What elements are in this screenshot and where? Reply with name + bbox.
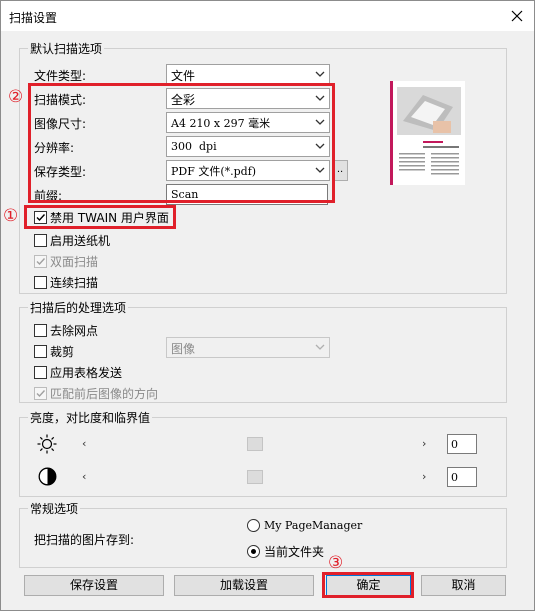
current-folder-label: 当前文件夹 [264,545,325,559]
save-type-label: 保存类型: [34,165,87,179]
crop-target-select[interactable]: 图像 [166,337,330,358]
enable-feeder-checkbox[interactable]: 启用送纸机 [34,232,110,249]
image-size-label: 图像尺寸: [34,117,87,131]
checkbox-box [34,366,47,379]
general-options-legend: 常规选项 [28,500,81,517]
default-scan-options-legend: 默认扫描选项 [28,40,105,57]
checkbox-box [34,387,47,400]
close-icon [511,10,523,22]
checkbox-box [34,211,47,224]
duplex-scan-label: 双面扫描 [50,255,99,269]
checkbox-box [34,255,47,268]
checkbox-box [34,345,47,358]
chevron-down-icon [315,71,325,77]
brightness-decrease-button[interactable]: ‹ [82,437,86,450]
checkbox-box [34,276,47,289]
despeckle-checkbox[interactable]: 去除网点 [34,322,98,339]
annotation-marker-3: ③ [328,553,344,573]
checkbox-box [34,324,47,337]
continuous-scan-checkbox[interactable]: 连续扫描 [34,274,98,291]
scan-mode-label: 扫描模式: [34,93,87,107]
crop-label: 裁剪 [50,345,75,359]
image-size-value: A4 210 x 297 毫米 [171,117,271,130]
chevron-down-icon [315,167,325,173]
save-settings-button[interactable]: 保存设置 [24,575,164,596]
checkmark-icon [36,214,46,222]
radio-circle [247,519,260,532]
resolution-label: 分辨率: [34,141,75,155]
chevron-down-icon [315,344,325,350]
brightness-slider-thumb[interactable] [247,437,263,451]
apply-table-send-label: 应用表格发送 [50,366,123,380]
post-scan-legend: 扫描后的处理选项 [28,299,129,316]
resolution-value: 300 dpi [171,140,217,153]
contrast-decrease-button[interactable]: ‹ [82,470,86,483]
contrast-icon [38,467,57,486]
chevron-down-icon [315,119,325,125]
crop-target-value: 图像 [171,342,196,356]
checkbox-box [34,234,47,247]
my-pagemanager-label: My PageManager [264,519,363,532]
scan-settings-dialog: 扫描设置 默认扫描选项 文件类型: 文件 扫描模式: 全彩 图像尺寸: A4 2… [0,0,535,611]
annotation-marker-2: ② [8,87,24,107]
checkmark-icon [36,390,46,398]
disable-twain-ui-label: 禁用 TWAIN 用户界面 [50,211,169,225]
browse-button[interactable]: .. [332,160,348,181]
crop-checkbox[interactable]: 裁剪 [34,343,74,360]
apply-table-send-checkbox[interactable]: 应用表格发送 [34,364,122,381]
scan-mode-value: 全彩 [171,93,196,107]
match-direction-label: 匹配前后图像的方向 [50,387,159,401]
brightness-value-input[interactable]: 0 [447,434,477,454]
brightness-increase-button[interactable]: › [422,437,426,450]
radio-dot [251,549,256,554]
contrast-increase-button[interactable]: › [422,470,426,483]
continuous-scan-label: 连续扫描 [50,276,99,290]
prefix-input[interactable]: Scan [166,184,328,205]
contrast-slider-thumb[interactable] [247,470,263,484]
load-settings-button[interactable]: 加载设置 [174,575,314,596]
save-type-value: PDF 文件(*.pdf) [171,165,257,178]
radio-circle [247,545,260,558]
file-type-label: 文件类型: [34,69,87,83]
scan-mode-select[interactable]: 全彩 [166,88,330,109]
scan-preview-thumbnail [390,81,465,185]
image-size-select[interactable]: A4 210 x 297 毫米 [166,112,330,133]
contrast-value-input[interactable]: 0 [447,467,477,487]
brightness-contrast-legend: 亮度，对比度和临界值 [28,409,153,426]
checkmark-icon [36,258,46,266]
radio-my-pagemanager[interactable]: My PageManager [247,519,362,532]
brightness-icon [37,434,57,454]
preview-image-icon [393,81,465,185]
cancel-button[interactable]: 取消 [421,575,506,596]
brightness-contrast-group: 亮度，对比度和临界值 [19,409,507,497]
save-type-select[interactable]: PDF 文件(*.pdf) [166,160,330,181]
chevron-down-icon [315,143,325,149]
save-to-label: 把扫描的图片存到: [34,533,135,547]
chevron-down-icon [315,95,325,101]
window-title: 扫描设置 [9,11,58,25]
resolution-select[interactable]: 300 dpi [166,136,330,157]
annotation-marker-1: ① [3,206,19,226]
close-button[interactable] [500,1,534,31]
file-type-value: 文件 [171,69,196,83]
ok-button[interactable]: 确定 [326,575,411,596]
duplex-scan-checkbox[interactable]: 双面扫描 [34,253,98,270]
enable-feeder-label: 启用送纸机 [50,234,111,248]
disable-twain-ui-checkbox[interactable]: 禁用 TWAIN 用户界面 [34,209,169,226]
prefix-label: 前缀: [34,189,63,203]
title-bar: 扫描设置 [1,1,534,31]
match-direction-checkbox[interactable]: 匹配前后图像的方向 [34,385,158,402]
file-type-select[interactable]: 文件 [166,64,330,85]
despeckle-label: 去除网点 [50,324,99,338]
radio-current-folder[interactable]: 当前文件夹 [247,543,324,560]
